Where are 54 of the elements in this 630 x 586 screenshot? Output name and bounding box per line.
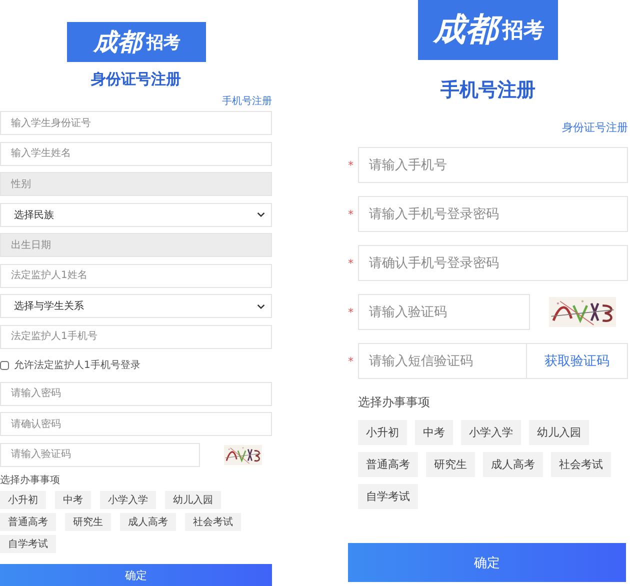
logo-script-text: 成都	[92, 26, 146, 58]
input-field[interactable]: 请输入手机号	[358, 147, 628, 183]
input-field[interactable]: 输入学生身份证号	[0, 111, 272, 135]
matter-tag[interactable]: 研究生	[426, 452, 475, 477]
get-code-button[interactable]: 获取验证码	[527, 343, 628, 379]
matter-tag[interactable]: 成人高考	[483, 452, 543, 477]
input-field[interactable]: 请输入验证码	[358, 294, 530, 330]
input-field[interactable]: 输入学生姓名	[0, 142, 272, 166]
checkbox[interactable]	[0, 360, 9, 370]
required-mark: *	[348, 208, 354, 220]
matter-tag[interactable]: 自学考试	[358, 484, 418, 509]
switch-link[interactable]: 身份证号注册	[562, 120, 628, 135]
input-field[interactable]: 请输入短信验证码	[358, 343, 527, 379]
input-field[interactable]: 法定监护人1手机号	[0, 324, 272, 348]
dropdown[interactable]: 选择民族	[0, 202, 272, 226]
chevron-down-icon	[257, 304, 265, 308]
logo-script-text: 成都	[432, 9, 502, 51]
input-field[interactable]: 请输入手机号登录密码	[358, 196, 628, 232]
checkbox-label: 允许法定监护人1手机号登录	[14, 358, 140, 372]
matter-tag[interactable]: 社会考试	[551, 452, 611, 477]
matter-tag[interactable]: 小学入学	[100, 490, 156, 508]
matter-tag[interactable]: 普通高考	[358, 452, 418, 477]
matter-tag[interactable]: 社会考试	[185, 512, 241, 530]
matter-tag[interactable]: 中考	[55, 490, 91, 508]
matter-tag[interactable]: 研究生	[65, 512, 111, 530]
logo-text: 招考	[146, 32, 180, 54]
matter-tag[interactable]: 幼儿入园	[165, 490, 221, 508]
confirm-button[interactable]: 确定	[0, 564, 272, 586]
input-field[interactable]: 请确认手机号登录密码	[358, 245, 628, 281]
matter-tag[interactable]: 小升初	[0, 490, 46, 508]
input-field[interactable]: 请输入验证码	[0, 442, 200, 466]
matter-tag[interactable]: 自学考试	[0, 534, 56, 552]
required-mark: *	[348, 306, 354, 318]
logo-text: 招考	[502, 18, 544, 42]
required-mark: *	[348, 158, 354, 172]
section-label: 选择办事事项	[358, 394, 431, 411]
matter-tag[interactable]: 小升初	[358, 420, 407, 445]
input-field[interactable]: 请确认密码	[0, 412, 272, 436]
page-title: 身份证号注册	[90, 70, 182, 89]
switch-link[interactable]: 手机号注册	[222, 94, 272, 108]
input-field[interactable]: 请输入密码	[0, 382, 272, 406]
page-title: 手机号注册	[440, 78, 536, 103]
matter-tag[interactable]: 幼儿入园	[529, 420, 589, 445]
input-field[interactable]: 法定监护人1姓名	[0, 264, 272, 288]
section-label: 选择办事事项	[0, 474, 61, 486]
matter-tag[interactable]: 中考	[415, 420, 453, 445]
required-mark: *	[348, 256, 354, 270]
chevron-down-icon	[257, 212, 265, 217]
matter-tag[interactable]: 普通高考	[0, 512, 56, 530]
matter-tag[interactable]: 成人高考	[120, 512, 176, 530]
required-mark: *	[348, 354, 354, 368]
dropdown[interactable]: 选择与学生关系	[0, 294, 272, 318]
confirm-button[interactable]: 确定	[348, 543, 626, 582]
matter-tag[interactable]: 小学入学	[461, 420, 521, 445]
